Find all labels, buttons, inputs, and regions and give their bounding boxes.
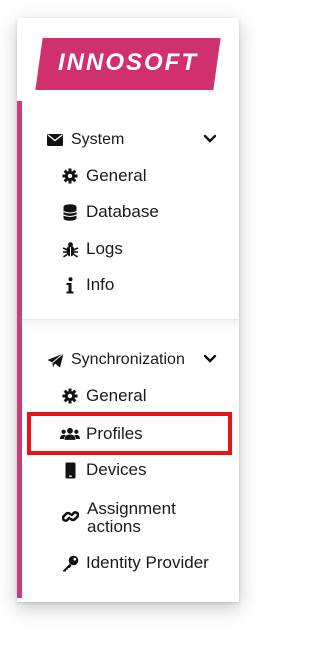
sidebar-item-devices[interactable]: Devices xyxy=(60,458,146,482)
sidebar-item-label: Identity Provider xyxy=(86,553,209,572)
sidebar-item-info[interactable]: Info xyxy=(60,273,114,297)
key-icon xyxy=(60,553,80,573)
section-header-system[interactable]: System xyxy=(45,128,225,152)
sidebar-item-assignment-actions[interactable] xyxy=(60,504,86,528)
device-icon xyxy=(60,460,80,480)
sidebar-item-label: Devices xyxy=(86,460,147,479)
section-label-system: System xyxy=(71,131,125,148)
gear-icon xyxy=(60,166,80,186)
link-icon xyxy=(60,506,80,526)
profiles-highlight-box xyxy=(27,412,232,455)
chevron-down-icon[interactable] xyxy=(203,132,217,146)
sidebar-item-database[interactable]: Database xyxy=(60,200,159,224)
sidebar-item-label: General xyxy=(86,386,147,405)
envelope-icon xyxy=(45,130,65,150)
sidebar-item-system-general[interactable]: General xyxy=(60,164,146,188)
sidebar-item-label: Info xyxy=(86,275,115,294)
sidebar-item-label: General xyxy=(86,166,147,185)
brand-logo-text: INNOSOFT xyxy=(58,49,198,76)
sidebar-item-label: Logs xyxy=(86,239,123,258)
section-label-synchronization: Synchronization xyxy=(71,351,185,368)
database-icon xyxy=(60,202,80,222)
sidebar-item-label: Database xyxy=(86,202,159,221)
bug-icon xyxy=(60,239,80,259)
section-divider xyxy=(22,319,239,330)
sidebar-item-sync-general[interactable]: General xyxy=(60,384,146,408)
sidebar-item-identity-provider[interactable]: Identity Provider xyxy=(60,551,209,575)
sidebar-item-logs[interactable]: Logs xyxy=(60,237,123,261)
info-icon xyxy=(60,275,80,295)
chevron-down-icon[interactable] xyxy=(203,352,217,366)
active-accent-bar xyxy=(17,101,22,598)
gear-icon xyxy=(60,386,80,406)
sidebar-item-label: Assignment actions xyxy=(87,499,176,536)
paper-plane-icon xyxy=(45,350,65,370)
